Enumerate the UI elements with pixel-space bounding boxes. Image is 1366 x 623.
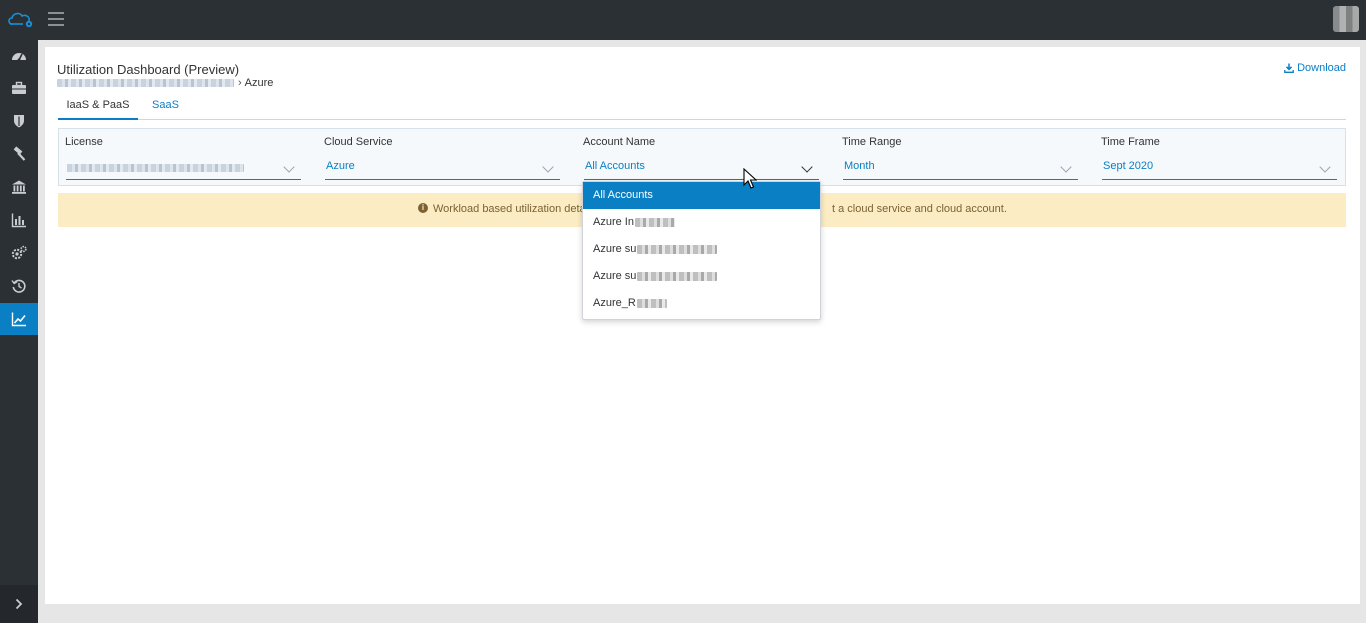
shield-icon: [14, 115, 24, 128]
main-content: Utilization Dashboard (Preview) › Azure …: [45, 47, 1360, 604]
bank-icon: [12, 180, 26, 194]
info-circle-icon: i: [418, 203, 428, 213]
option-redacted: [637, 244, 718, 254]
chevron-right-icon: [15, 598, 23, 610]
time-frame-label: Time Frame: [1101, 136, 1160, 148]
option-redacted: [636, 298, 667, 308]
user-avatar[interactable]: [1333, 6, 1359, 32]
page-title: Utilization Dashboard (Preview): [57, 62, 240, 77]
filter-license: License: [65, 129, 305, 185]
tab-iaas-paas[interactable]: IaaS & PaaS: [58, 96, 138, 120]
dropdown-option[interactable]: Azure In: [583, 209, 820, 236]
filter-time-frame: Time Frame Sept 2020: [1101, 129, 1341, 185]
sidebar-item-bank[interactable]: [0, 171, 38, 203]
account-name-label: Account Name: [583, 136, 656, 148]
option-label: Azure su: [593, 243, 637, 255]
license-label: License: [65, 136, 103, 148]
time-range-select[interactable]: Month: [843, 156, 1078, 180]
license-select[interactable]: [66, 156, 301, 180]
sidebar-item-settings[interactable]: [0, 237, 38, 269]
filter-cloud-service: Cloud Service Azure: [324, 129, 564, 185]
account-dropdown-menu: All Accounts Azure In Azure su Azure su …: [582, 181, 821, 320]
cloud-settings-icon[interactable]: [6, 9, 34, 29]
download-icon: [1284, 63, 1294, 73]
line-chart-icon: [11, 312, 26, 327]
time-frame-value: Sept 2020: [1103, 160, 1154, 172]
briefcase-icon: [12, 81, 26, 94]
account-name-value: All Accounts: [585, 160, 645, 172]
sidebar-item-dashboard[interactable]: [0, 40, 38, 72]
breadcrumb-separator-icon: ›: [238, 77, 242, 89]
option-label: Azure_R: [593, 297, 636, 309]
time-range-label: Time Range: [842, 136, 902, 148]
sidebar-item-briefcase[interactable]: [0, 72, 38, 104]
chevron-down-icon: [1060, 161, 1072, 173]
tab-bar: IaaS & PaaS SaaS: [58, 96, 1346, 120]
bar-chart-icon: [11, 213, 26, 228]
license-value-redacted: [67, 164, 244, 172]
cloud-service-value: Azure: [326, 160, 355, 172]
sidebar-item-security[interactable]: [0, 105, 38, 137]
time-frame-select[interactable]: Sept 2020: [1102, 156, 1337, 180]
option-redacted: [634, 217, 675, 227]
download-label: Download: [1297, 62, 1346, 74]
alert-text-end: t a cloud service and cloud account.: [832, 203, 1007, 215]
filter-time-range: Time Range Month: [842, 129, 1082, 185]
top-bar: [0, 0, 1366, 40]
cloud-service-select[interactable]: Azure: [325, 156, 560, 180]
download-link[interactable]: Download: [1284, 62, 1346, 74]
sidebar-item-tools[interactable]: [0, 138, 38, 170]
dropdown-option-all-accounts[interactable]: All Accounts: [583, 182, 820, 209]
breadcrumb-redacted[interactable]: [57, 79, 234, 87]
sidebar-expand-button[interactable]: [0, 585, 38, 623]
sidebar-item-reports[interactable]: [0, 204, 38, 236]
dropdown-option[interactable]: Azure su: [583, 236, 820, 263]
time-range-value: Month: [844, 160, 875, 172]
hammer-icon: [13, 146, 26, 161]
breadcrumb: › Azure: [57, 77, 273, 89]
cloud-service-label: Cloud Service: [324, 136, 393, 148]
option-label: All Accounts: [593, 189, 653, 201]
sidebar: [0, 40, 38, 623]
dropdown-option[interactable]: Azure_R: [583, 290, 820, 317]
hamburger-icon[interactable]: [48, 12, 64, 26]
breadcrumb-current: Azure: [244, 77, 274, 89]
history-icon: [11, 279, 26, 293]
account-name-select[interactable]: All Accounts: [584, 156, 819, 180]
filter-bar: License Cloud Service Azure Account Name…: [58, 128, 1346, 186]
option-redacted: [637, 271, 718, 281]
gears-icon: [11, 245, 27, 260]
chevron-down-icon: [1319, 161, 1331, 173]
option-label: Azure In: [593, 216, 634, 228]
alert-text-start: Workload based utilization detai: [433, 203, 589, 215]
filter-account-name: Account Name All Accounts: [583, 129, 823, 185]
mouse-pointer-icon: [743, 168, 757, 189]
dashboard-gauge-icon: [12, 53, 26, 62]
chevron-down-icon: [801, 161, 813, 173]
dropdown-option[interactable]: Azure su: [583, 263, 820, 290]
chevron-down-icon: [542, 161, 554, 173]
sidebar-item-utilization[interactable]: [0, 303, 38, 335]
tab-saas[interactable]: SaaS: [152, 96, 179, 120]
sidebar-item-history[interactable]: [0, 270, 38, 302]
option-label: Azure su: [593, 270, 637, 282]
chevron-down-icon: [283, 161, 295, 173]
